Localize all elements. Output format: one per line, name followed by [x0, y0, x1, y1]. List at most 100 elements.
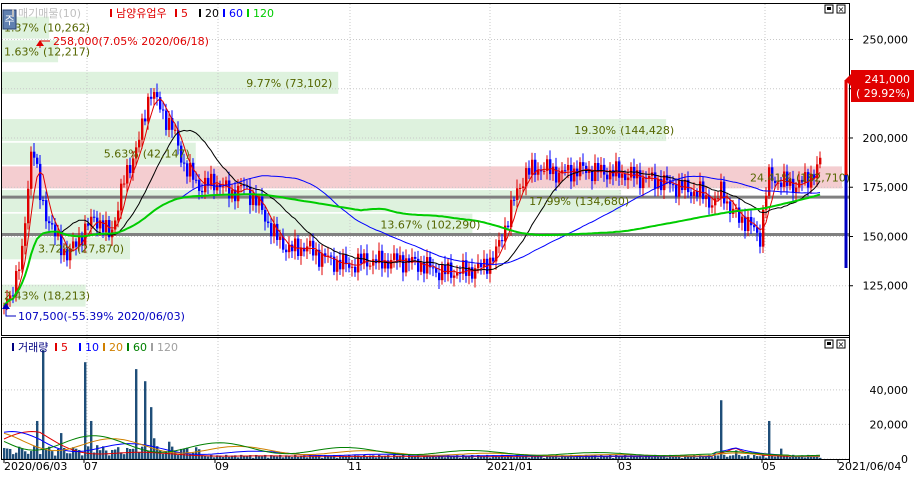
candle-body — [753, 225, 756, 228]
volume-bar — [498, 456, 501, 459]
candle-body — [432, 267, 435, 269]
volume-bar — [177, 455, 180, 459]
high-label: 258,000(7.05% 2020/06/18) — [53, 35, 209, 48]
volume-bar — [558, 457, 561, 459]
legend-item: 120 — [157, 341, 178, 354]
volume-bar — [258, 456, 261, 459]
candle-body — [492, 257, 495, 262]
candle-body — [726, 201, 729, 204]
x-tick-label: 11 — [348, 460, 362, 473]
volume-bar — [75, 448, 78, 459]
candle-body — [267, 221, 270, 224]
current-price: 241,000 — [865, 73, 911, 86]
volume-bar — [9, 448, 12, 459]
price-tick-label: 250,000 — [863, 33, 909, 46]
volume-bar — [774, 456, 777, 459]
candle-body — [300, 247, 303, 256]
maximize-icon[interactable] — [827, 342, 831, 345]
legend-item: 120 — [253, 7, 274, 20]
volume-bar — [360, 456, 363, 459]
candle-body — [117, 210, 120, 221]
candle-body — [417, 258, 420, 272]
volume-bar — [351, 457, 354, 459]
x-tick-label: 09 — [215, 460, 229, 473]
volume-bar — [729, 455, 732, 459]
legend-swatch — [103, 343, 105, 351]
close-icon[interactable]: × — [838, 340, 845, 349]
candle-body — [393, 253, 396, 260]
candle-body — [192, 162, 195, 180]
candle-body — [216, 184, 219, 191]
candle-body — [672, 184, 675, 186]
candle-body — [741, 216, 744, 223]
candle-body — [564, 170, 567, 172]
candle-body — [717, 198, 720, 200]
candle-body — [264, 209, 267, 222]
candle-body — [435, 268, 438, 273]
legend-item: 60 — [229, 7, 243, 20]
volume-bar — [450, 456, 453, 459]
volume-bar — [726, 456, 729, 459]
candle-body — [705, 195, 708, 200]
candle-body — [618, 161, 621, 178]
left-mode-button[interactable]: 주 — [2, 9, 17, 30]
volume-bar — [393, 454, 396, 459]
volume-bar — [135, 369, 138, 459]
maximize-icon[interactable] — [827, 7, 831, 10]
volume-bar — [741, 456, 744, 459]
volume-bar — [636, 456, 639, 459]
volume-bar — [261, 456, 264, 459]
volume-tick-label: 40,000 — [870, 384, 909, 397]
candle-body — [519, 187, 522, 189]
volume-bar — [597, 457, 600, 459]
volume-bar — [519, 456, 522, 459]
candle-body — [186, 163, 189, 177]
candle-body — [291, 244, 294, 252]
volume-bar — [372, 455, 375, 459]
volume-bar — [600, 454, 603, 459]
volume-profile-pct: 24.41% — [750, 171, 792, 184]
volume-bar — [804, 457, 807, 459]
volume-bar — [228, 456, 231, 459]
candle-body — [27, 188, 30, 224]
candle-body — [489, 257, 492, 274]
candle-body — [792, 178, 795, 194]
volume-bar — [717, 455, 720, 459]
volume-bar — [123, 454, 126, 459]
volume-tick-label: 20,000 — [870, 418, 909, 431]
candle-body — [294, 238, 297, 252]
volume-profile-pct: 3.72% — [38, 242, 73, 255]
volume-profile-volume: (182,710) — [796, 171, 850, 184]
candle-body — [501, 240, 504, 242]
candle-body — [549, 159, 552, 175]
candle-body — [579, 162, 582, 177]
candle-body — [39, 163, 42, 201]
volume-bar — [276, 456, 279, 459]
volume-bar — [87, 446, 90, 459]
candle-body — [384, 260, 387, 269]
volume-bar — [750, 457, 753, 459]
volume-profile-volume: (144,428) — [620, 124, 674, 137]
volume-bar — [60, 433, 63, 459]
close-icon[interactable]: × — [838, 5, 845, 14]
candle-body — [51, 223, 54, 225]
volume-bar — [771, 455, 774, 459]
volume-bar — [504, 457, 507, 459]
volume-bar — [207, 456, 210, 459]
volume-bar — [366, 456, 369, 459]
candle-body — [153, 92, 156, 99]
volume-bar — [747, 455, 750, 459]
candle-body — [450, 262, 453, 278]
legend-item: 남양유업우 — [116, 7, 167, 20]
volume-bar — [180, 448, 183, 459]
candle-body — [600, 164, 603, 173]
candle-body — [162, 109, 165, 111]
volume-bar — [33, 446, 36, 459]
low-label: 107,500(-55.39% 2020/06/03) — [18, 310, 185, 323]
volume-bar — [6, 448, 9, 459]
volume-bar — [30, 451, 33, 459]
candle-body — [456, 272, 459, 276]
volume-bar — [297, 456, 300, 459]
volume-bar — [390, 457, 393, 459]
candle-body — [45, 200, 48, 222]
